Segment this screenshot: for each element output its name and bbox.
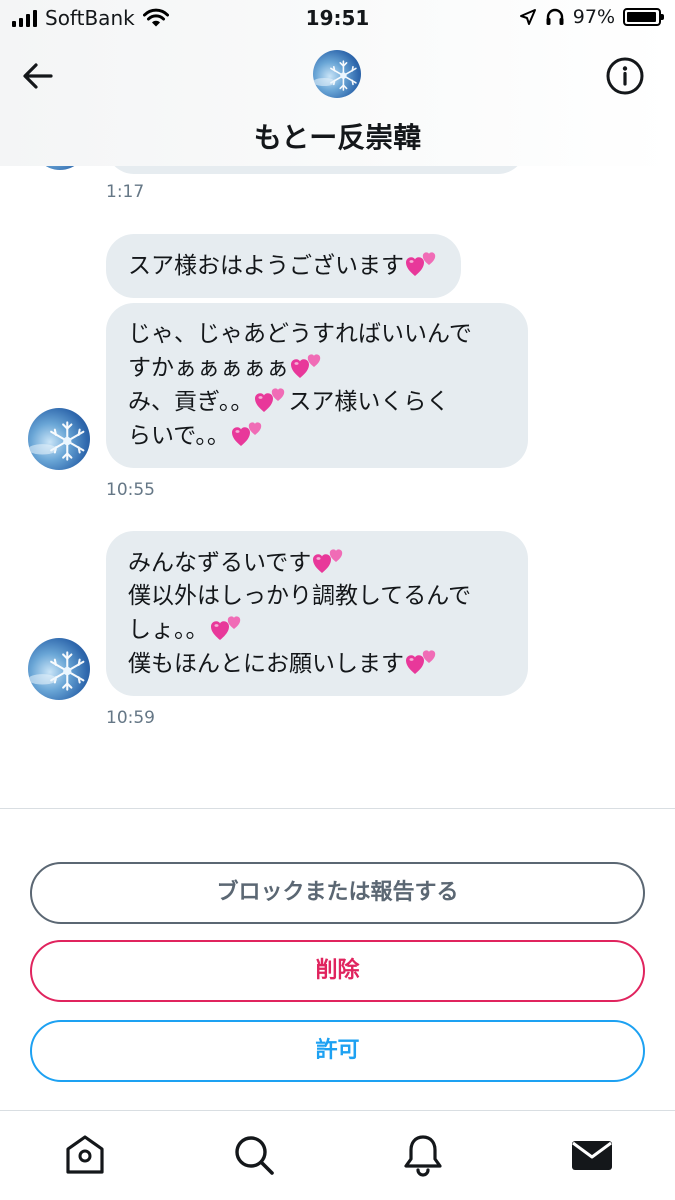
two-hearts-emoji: [290, 351, 324, 381]
status-bar: SoftBank 19:51 97%: [0, 0, 675, 38]
message-text: スア様いくらく: [288, 389, 450, 415]
two-hearts-emoji: [405, 249, 439, 279]
message-list[interactable]: 1:17 スア様おはようございます じゃ、じゃあどうすればいいんで すかぁぁぁぁ…: [0, 150, 675, 805]
home-icon: [66, 1135, 104, 1174]
snowflake-avatar-image: [28, 408, 90, 470]
message-text: すかぁぁぁぁぁ: [128, 355, 289, 381]
message-text: 僕もほんとにお願いします: [128, 651, 404, 677]
battery-level-fill: [627, 12, 657, 22]
allow-button[interactable]: 許可: [30, 1020, 645, 1082]
message-text: らいで。。: [128, 423, 230, 449]
message-bubble[interactable]: スア様おはようございます: [106, 234, 461, 298]
message-line: 僕もほんとにお願いします: [128, 647, 506, 681]
message-timestamp: 1:17: [106, 182, 145, 202]
tab-notifications[interactable]: [400, 1132, 446, 1178]
battery-icon: [623, 8, 664, 26]
sender-avatar[interactable]: [28, 408, 90, 470]
notifications-bell-icon: [404, 1135, 442, 1177]
message-text: スア様おはようございます: [128, 253, 404, 279]
message-line: みんなずるいです: [128, 546, 506, 580]
message-line: しょ。。: [128, 613, 506, 647]
snowflake-avatar-image: [28, 638, 90, 700]
two-hearts-emoji: [312, 546, 346, 576]
info-button[interactable]: [605, 56, 645, 96]
two-hearts-emoji: [210, 613, 244, 643]
message-line: み、貢ぎ。。 スア様いくらく: [128, 385, 506, 419]
two-hearts-emoji: [405, 647, 439, 677]
sender-avatar[interactable]: [28, 638, 90, 700]
dm-request-screen: もとー反崇韓 SoftBank 19:51 97% 1:17 スア様おはようござ…: [0, 0, 675, 1200]
search-icon: [235, 1136, 274, 1175]
tab-home[interactable]: [62, 1132, 108, 1178]
message-text: み、貢ぎ。。: [128, 389, 254, 415]
message-line: らいで。。: [128, 419, 506, 453]
headphones-icon: [546, 8, 564, 25]
battery-percent: 97%: [572, 6, 615, 28]
tab-search[interactable]: [231, 1132, 277, 1178]
message-timestamp: 10:55: [106, 480, 155, 500]
location-arrow-icon: [519, 9, 536, 25]
message-bubble[interactable]: みんなずるいです 僕以外はしっかり調教してるんで しょ。。 僕もほんとにお願いし…: [106, 531, 528, 696]
message-text: しょ。。: [128, 617, 209, 643]
divider: [0, 808, 675, 809]
message-line: すかぁぁぁぁぁ: [128, 351, 506, 385]
two-hearts-emoji: [254, 385, 288, 415]
message-bubble[interactable]: じゃ、じゃあどうすればいいんで すかぁぁぁぁぁ み、貢ぎ。。 スア様いくらく らい…: [106, 303, 528, 468]
delete-button[interactable]: 削除: [30, 940, 645, 1002]
message-line: 僕以外はしっかり調教してるんで: [128, 583, 472, 609]
messages-envelope-icon: [572, 1141, 612, 1170]
arrow-left-icon: [23, 63, 53, 89]
conversation-avatar[interactable]: [313, 50, 361, 98]
message-line: じゃ、じゃあどうすればいいんで: [128, 321, 472, 347]
tab-bar-divider: [0, 1110, 675, 1111]
conversation-title[interactable]: もとー反崇韓: [0, 116, 675, 156]
back-button[interactable]: [18, 56, 58, 96]
block-or-report-button[interactable]: ブロックまたは報告する: [30, 862, 645, 924]
snowflake-avatar-image: [313, 50, 361, 98]
message-timestamp: 10:59: [106, 708, 155, 728]
tab-messages[interactable]: [569, 1132, 615, 1178]
info-circle-icon: [606, 57, 644, 95]
message-text: みんなずるいです: [128, 550, 312, 576]
two-hearts-emoji: [231, 419, 265, 449]
